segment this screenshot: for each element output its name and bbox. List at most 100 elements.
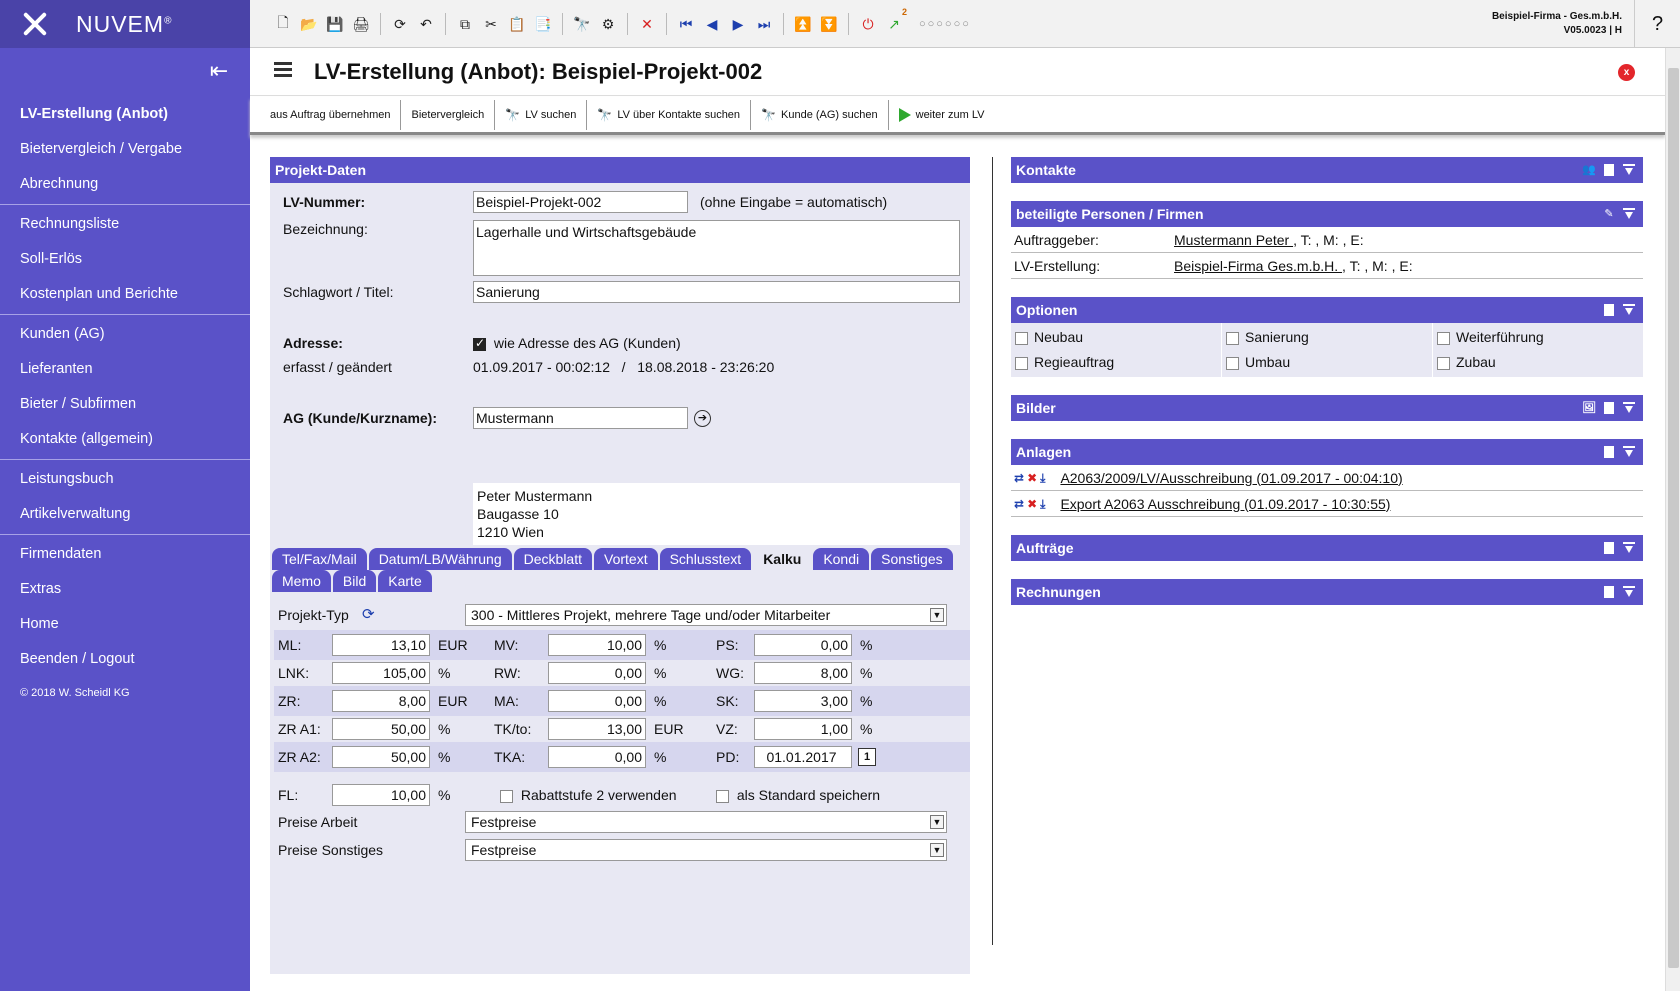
schlagwort-input[interactable]: Sanierung [473, 281, 960, 303]
scrollbar-thumb[interactable] [1668, 68, 1679, 968]
expand-all-icon[interactable]: ⏬ [818, 13, 840, 35]
help-button[interactable]: ? [1634, 0, 1680, 48]
aus-auftrag-button[interactable]: aus Auftrag übernehmen [260, 99, 402, 130]
kalku-input[interactable]: 8,00 [754, 662, 852, 684]
option-weiterfuehrung[interactable]: Weiterführung [1437, 325, 1639, 350]
option-sanierung[interactable]: Sanierung [1226, 325, 1428, 350]
file-link[interactable]: Export A2063 Ausschreibung (01.09.2017 -… [1060, 491, 1390, 517]
collapse-icon[interactable] [1623, 535, 1635, 561]
download-icon[interactable]: ⤓ [1040, 491, 1045, 517]
sidebar-item-kontakte[interactable]: Kontakte (allgemein) [0, 422, 250, 457]
collapse-icon[interactable] [1623, 579, 1635, 605]
sidebar-item-soll-erloes[interactable]: Soll-Erlös [0, 242, 250, 277]
new-document-icon[interactable] [1603, 535, 1615, 561]
new-document-icon[interactable] [1603, 157, 1615, 183]
collapse-icon[interactable] [1623, 395, 1635, 421]
power-icon[interactable]: ⏻ [857, 13, 879, 35]
tab-deckblatt[interactable]: Deckblatt [513, 548, 592, 570]
new-document-icon[interactable] [1603, 579, 1615, 605]
delete-icon[interactable]: ✖ [1027, 465, 1037, 491]
checkbox[interactable] [1015, 331, 1028, 345]
collapse-sidebar-icon[interactable]: ⇤ [208, 58, 230, 84]
tab-schlusstext[interactable]: Schlusstext [659, 548, 752, 570]
projekt-typ-select[interactable]: 300 - Mittleres Projekt, mehrere Tage un… [465, 604, 947, 626]
kalku-input[interactable]: 50,00 [332, 718, 430, 740]
undo-icon[interactable]: ↶ [415, 13, 437, 35]
kalku-input[interactable]: 0,00 [548, 746, 646, 768]
vertical-scrollbar[interactable] [1665, 48, 1680, 991]
lv-nummer-input[interactable]: Beispiel-Projekt-002 [473, 191, 688, 213]
tab-datum[interactable]: Datum/LB/Währung [368, 548, 512, 570]
tab-kondi[interactable]: Kondi [813, 548, 870, 570]
checkbox[interactable] [1437, 356, 1450, 370]
swap-icon[interactable]: ⇄ [1014, 491, 1024, 517]
preise-arbeit-select[interactable]: Festpreise ▼ [465, 811, 947, 833]
collapse-icon[interactable] [1623, 157, 1635, 183]
sidebar-item-bietervergleich[interactable]: Bietervergleich / Vergabe [0, 132, 250, 167]
rabatt-checkbox[interactable] [500, 789, 513, 803]
sidebar-item-lv-erstellung[interactable]: LV-Erstellung (Anbot) [0, 97, 250, 132]
print-icon[interactable]: 🖨 [350, 13, 372, 35]
fl-input[interactable]: 10,00 [332, 784, 430, 806]
next-record-icon[interactable]: ▶ [727, 13, 749, 35]
kalku-input[interactable]: 1,00 [754, 718, 852, 740]
sidebar-item-rechnungsliste[interactable]: Rechnungsliste [0, 207, 250, 242]
swap-icon[interactable]: ⇄ [1014, 465, 1024, 491]
image-icon[interactable]: 🖼 [1582, 395, 1596, 421]
sidebar-item-kostenplan[interactable]: Kostenplan und Berichte [0, 277, 250, 312]
collapse-icon[interactable] [1623, 201, 1635, 227]
kalku-input[interactable]: 01.01.2017 [754, 746, 852, 768]
lv-kontakte-suchen-button[interactable]: 🔭 LV über Kontakte suchen [587, 99, 752, 130]
sidebar-item-lieferanten[interactable]: Lieferanten [0, 352, 250, 387]
close-button[interactable]: x [1618, 64, 1635, 81]
refresh-icon[interactable]: ⟳ [362, 605, 375, 623]
go-arrow-icon[interactable]: ➔ [694, 410, 711, 427]
first-record-icon[interactable]: ⏮ [675, 13, 697, 35]
auftraggeber-link[interactable]: Mustermann Peter [1174, 232, 1293, 248]
kalku-input[interactable]: 8,00 [332, 690, 430, 712]
kalku-input[interactable]: 3,00 [754, 690, 852, 712]
sidebar-item-leistungsbuch[interactable]: Leistungsbuch [0, 462, 250, 497]
checkbox[interactable] [1226, 331, 1239, 345]
ag-input[interactable]: Mustermann [473, 407, 688, 429]
new-file-icon[interactable]: 🗋 [272, 13, 294, 35]
delete-icon[interactable]: ✕ [636, 13, 658, 35]
checkbox[interactable] [1226, 356, 1239, 370]
sidebar-item-artikelverwaltung[interactable]: Artikelverwaltung [0, 497, 250, 532]
kalku-input[interactable]: 0,00 [548, 690, 646, 712]
checkbox[interactable] [1437, 331, 1450, 345]
tab-tel-fax-mail[interactable]: Tel/Fax/Mail [272, 548, 367, 570]
weiter-zum-lv-button[interactable]: weiter zum LV [889, 100, 995, 130]
tab-vortext[interactable]: Vortext [594, 548, 658, 570]
kalku-input[interactable]: 50,00 [332, 746, 430, 768]
cut-icon[interactable]: ✂ [480, 13, 502, 35]
kalku-input[interactable]: 0,00 [548, 662, 646, 684]
kalku-input[interactable]: 13,00 [548, 718, 646, 740]
sidebar-item-logout[interactable]: Beenden / Logout [0, 642, 250, 677]
menu-icon[interactable] [274, 62, 292, 78]
preise-sonst-select[interactable]: Festpreise ▼ [465, 839, 947, 861]
tab-sonstiges[interactable]: Sonstiges [871, 548, 953, 570]
bietervergleich-button[interactable]: Bietervergleich [401, 99, 496, 130]
kalku-input[interactable]: 10,00 [548, 634, 646, 656]
new-document-icon[interactable] [1603, 297, 1615, 323]
prev-record-icon[interactable]: ◀ [701, 13, 723, 35]
tab-bild[interactable]: Bild [332, 570, 377, 592]
kalku-input[interactable]: 105,00 [332, 662, 430, 684]
paste-icon[interactable]: 📋 [506, 13, 528, 35]
save-icon[interactable]: 💾 [324, 13, 346, 35]
sidebar-item-extras[interactable]: Extras [0, 572, 250, 607]
collapse-icon[interactable] [1623, 297, 1635, 323]
collapse-all-icon[interactable]: ⏫ [792, 13, 814, 35]
tab-karte[interactable]: Karte [378, 570, 432, 592]
download-icon[interactable]: ⤓ [1040, 465, 1045, 491]
last-record-icon[interactable]: ⏭ [753, 13, 775, 35]
contacts-icon[interactable]: 👥 [1582, 157, 1596, 183]
delete-icon[interactable]: ✖ [1027, 491, 1037, 517]
sidebar-item-bieter[interactable]: Bieter / Subfirmen [0, 387, 250, 422]
calendar-icon[interactable]: 1 [858, 748, 876, 766]
tab-memo[interactable]: Memo [272, 570, 331, 592]
tab-kalku[interactable]: Kalku [753, 548, 812, 570]
standard-checkbox[interactable] [716, 789, 729, 803]
new-document-icon[interactable] [1603, 395, 1615, 421]
